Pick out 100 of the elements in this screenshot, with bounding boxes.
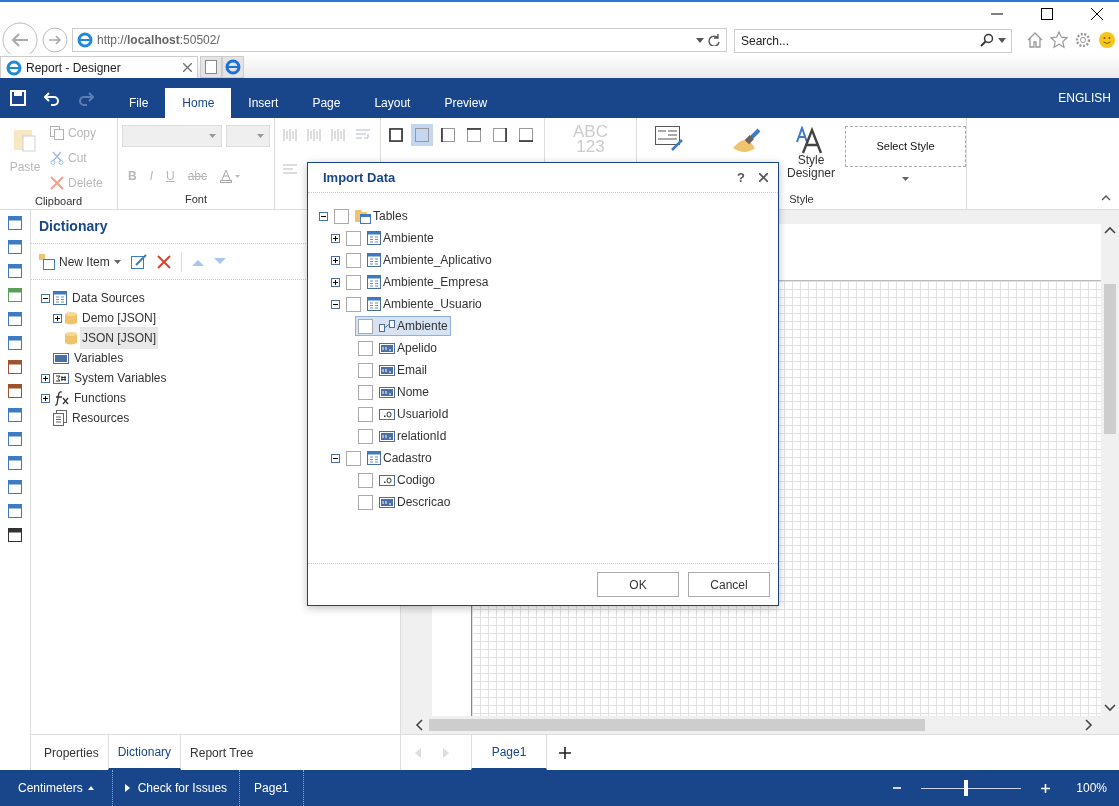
- scissors-icon: [50, 150, 64, 165]
- browser-logo-icon: [77, 32, 93, 48]
- align-icon: [283, 128, 297, 142]
- new-item-button[interactable]: New Item: [39, 252, 121, 271]
- checkbox[interactable]: [358, 472, 373, 488]
- border-icon: [441, 128, 455, 142]
- checkbox[interactable]: [358, 494, 373, 510]
- toolbox-icon: [8, 408, 22, 422]
- collapse-icon[interactable]: [331, 453, 340, 463]
- dialog-button[interactable]: OK: [597, 572, 679, 597]
- browser-button[interactable]: [222, 56, 244, 78]
- dialog-button[interactable]: Cancel: [688, 572, 770, 597]
- border-icon: [493, 128, 507, 142]
- menu-tab[interactable]: Page: [295, 88, 358, 118]
- panel-tab[interactable]: Properties: [35, 735, 108, 770]
- menu-tab[interactable]: Preview: [427, 88, 505, 118]
- toolbox-icon: [8, 528, 22, 542]
- table-icon: [53, 291, 67, 305]
- selected-row[interactable]: Ambiente: [355, 316, 451, 336]
- copy-icon: [50, 125, 64, 140]
- text-column-icon: [379, 496, 395, 508]
- checkbox[interactable]: [358, 362, 373, 378]
- expand-icon[interactable]: [331, 233, 340, 243]
- toolbox-icon: [8, 480, 22, 494]
- tree-item-label: Ambiente_Usuario: [383, 296, 482, 313]
- redo-icon: [78, 90, 94, 106]
- align-icon: [331, 128, 345, 142]
- panel-tab[interactable]: Dictionary: [107, 735, 182, 770]
- checkbox[interactable]: [358, 406, 373, 422]
- new-tab-button[interactable]: [200, 56, 222, 78]
- tree-item-label: Email: [397, 362, 427, 379]
- collapse-icon[interactable]: [331, 299, 340, 309]
- toolbox-icon: [8, 264, 22, 278]
- tree-item-label: Ambiente_Empresa: [383, 274, 489, 291]
- tree-item[interactable]: Data Sources: [70, 287, 147, 309]
- checkbox[interactable]: [346, 230, 361, 246]
- settings-icon: [1074, 31, 1092, 49]
- address-bar[interactable]: http://localhost:50502/: [72, 28, 727, 52]
- checkbox[interactable]: [334, 208, 349, 224]
- database-icon: [65, 311, 77, 325]
- menu-tab[interactable]: File: [112, 88, 166, 118]
- select-style-dropdown[interactable]: Select Style: [845, 126, 966, 167]
- expand-icon[interactable]: [41, 393, 50, 403]
- collapse-icon[interactable]: [41, 293, 50, 303]
- tree-item-label: Descricao: [397, 494, 451, 511]
- tree-item[interactable]: Resources: [70, 407, 132, 429]
- tree-item[interactable]: Variables: [72, 347, 126, 369]
- table-icon: [367, 275, 381, 289]
- tree-item[interactable]: JSON [JSON]: [80, 327, 158, 349]
- function-icon: [53, 390, 69, 406]
- tree-item[interactable]: Demo [JSON]: [80, 307, 158, 329]
- tree-item[interactable]: Functions: [72, 387, 129, 409]
- checkbox[interactable]: [346, 252, 361, 268]
- expand-icon[interactable]: [53, 313, 62, 323]
- help-button[interactable]: ?: [737, 167, 745, 188]
- star-icon: [1050, 31, 1068, 49]
- scroll-up-icon: [1104, 226, 1116, 234]
- new-page-icon: [205, 60, 217, 74]
- slider-thumb[interactable]: [964, 780, 969, 796]
- expand-icon[interactable]: [331, 277, 340, 287]
- group-label: Style: [788, 192, 815, 207]
- horizontal-scrollbar[interactable]: [429, 719, 925, 731]
- checkbox[interactable]: [346, 450, 361, 466]
- zoom-slider[interactable]: [921, 780, 1022, 796]
- collapse-icon[interactable]: [319, 211, 328, 221]
- next-page-icon: [443, 747, 449, 758]
- vertical-scrollbar[interactable]: [1104, 284, 1116, 434]
- save-icon: [10, 90, 26, 106]
- expand-icon[interactable]: [41, 373, 50, 383]
- search-field[interactable]: Search...: [734, 29, 1012, 53]
- style-designer-button[interactable]: Style Designer: [785, 154, 837, 180]
- tree-item-label: Nome: [397, 384, 429, 401]
- home-icon: [1026, 31, 1044, 49]
- units-dropdown[interactable]: Centimeters: [0, 770, 113, 806]
- tree-item-label: Tables: [373, 208, 408, 225]
- checkbox[interactable]: [346, 274, 361, 290]
- menu-tab[interactable]: Layout: [357, 88, 428, 118]
- panel-tab[interactable]: Report Tree: [181, 735, 263, 770]
- move-down-icon: [213, 257, 226, 266]
- checkbox[interactable]: [358, 384, 373, 400]
- menu-tab[interactable]: Home: [165, 88, 232, 118]
- tree-item[interactable]: System Variables: [72, 367, 169, 389]
- panel-title: Dictionary: [39, 217, 108, 236]
- border-icon: [519, 128, 533, 142]
- checkbox[interactable]: [358, 428, 373, 444]
- checkbox[interactable]: [358, 318, 373, 334]
- checkbox[interactable]: [346, 296, 361, 312]
- toolbox-icon: [8, 288, 22, 302]
- add-icon: [559, 746, 571, 759]
- language-selector[interactable]: ENGLISH: [1058, 89, 1111, 107]
- align-icon: [307, 128, 321, 142]
- variable-icon: [53, 352, 69, 364]
- expand-icon[interactable]: [331, 255, 340, 265]
- check-issues-button[interactable]: Check for Issues: [112, 770, 241, 806]
- dropdown-caret-icon: [998, 37, 1006, 43]
- collapse-ribbon-icon: [1101, 195, 1111, 201]
- menu-tab[interactable]: Insert: [231, 88, 296, 118]
- checkbox[interactable]: [358, 340, 373, 356]
- dialog-title: Import Data: [323, 168, 397, 187]
- browser-tab[interactable]: Report - Designer: [0, 56, 198, 78]
